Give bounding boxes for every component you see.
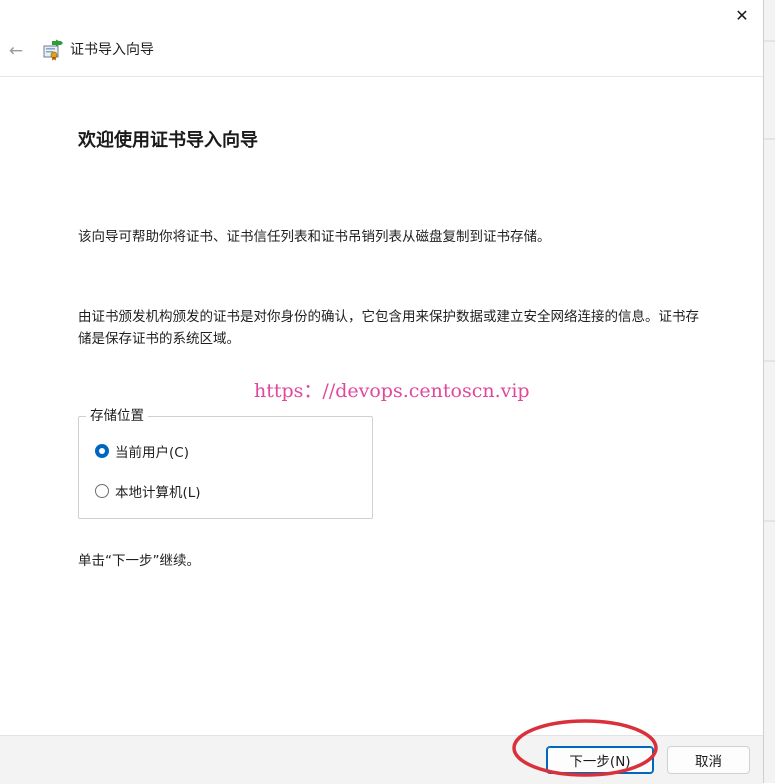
- next-button[interactable]: 下一步(N): [546, 746, 654, 774]
- close-icon: ✕: [735, 5, 749, 25]
- radio-unselected-icon[interactable]: [95, 484, 109, 498]
- wizard-header: ← 证书导入向导: [0, 30, 763, 77]
- radio-current-user[interactable]: 当前用户(C): [95, 441, 189, 461]
- store-location-groupbox: [78, 416, 373, 519]
- next-button-label: 下一步(N): [569, 754, 631, 770]
- cancel-button[interactable]: 取消: [667, 746, 750, 774]
- page-heading: 欢迎使用证书导入向导: [78, 130, 258, 151]
- radio-local-machine-label: 本地计算机(L): [115, 485, 201, 501]
- radio-current-user-label: 当前用户(C): [115, 445, 189, 461]
- instruction-text: 单击“下一步”继续。: [78, 553, 200, 569]
- radio-local-machine[interactable]: 本地计算机(L): [95, 481, 201, 501]
- wizard-footer: 下一步(N) 取消: [0, 735, 763, 784]
- radio-selected-icon[interactable]: [95, 444, 109, 458]
- back-button[interactable]: ←: [5, 38, 27, 64]
- certificate-import-wizard-window: ✕ ← 证书导入向导 欢迎使用证书导入向导 该向导可帮助你将证书、证书信任列表和…: [0, 0, 764, 784]
- cancel-button-label: 取消: [695, 754, 722, 770]
- close-button[interactable]: ✕: [722, 0, 762, 30]
- wizard-title: 证书导入向导: [70, 42, 154, 58]
- background-window-edge: [764, 0, 775, 783]
- store-location-legend: 存储位置: [86, 407, 148, 425]
- description-paragraph-1: 该向导可帮助你将证书、证书信任列表和证书吊销列表从磁盘复制到证书存储。: [78, 229, 551, 245]
- certificate-wizard-icon: [43, 39, 63, 61]
- description-paragraph-2: 由证书颁发机构颁发的证书是对你身份的确认，它包含用来保护数据或建立安全网络连接的…: [78, 309, 699, 347]
- back-arrow-icon: ←: [8, 41, 24, 61]
- watermark-text: https：//devops.centoscn.vip: [254, 380, 530, 402]
